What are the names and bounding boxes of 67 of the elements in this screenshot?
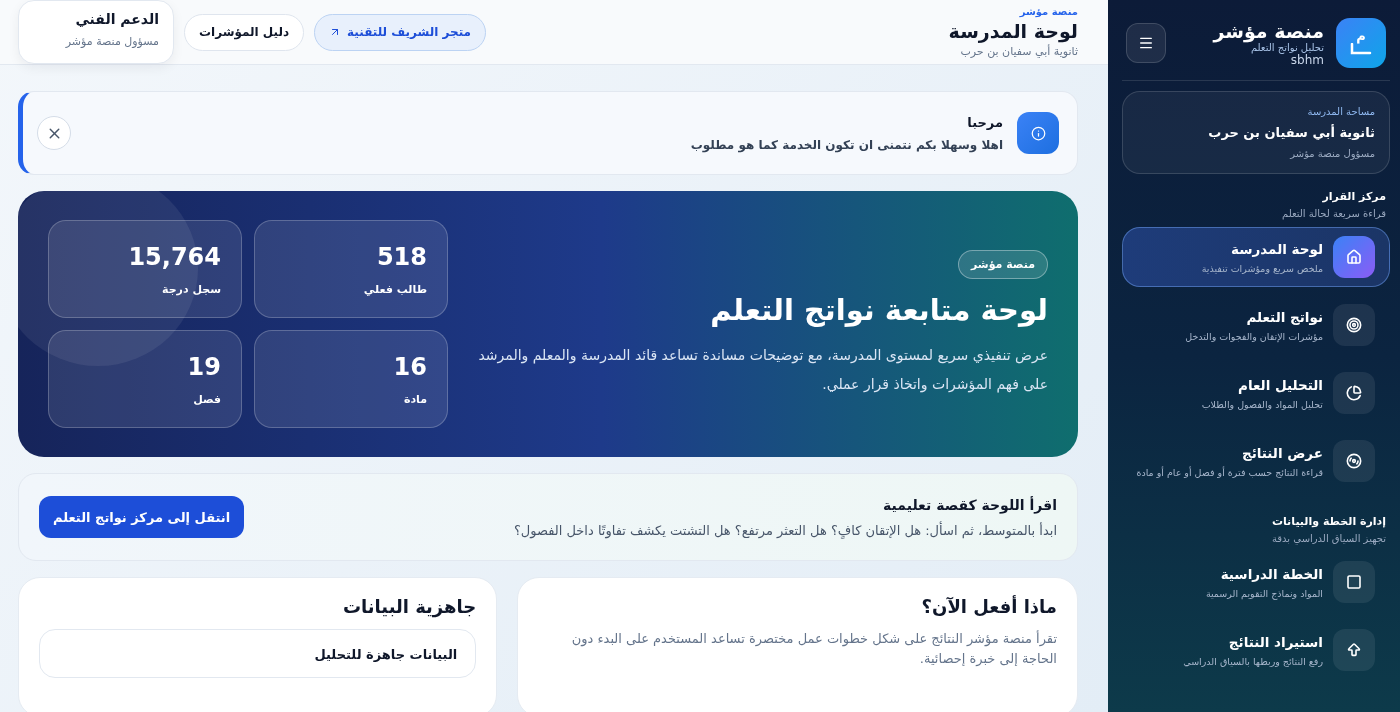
nav-description: المواد ونماذج التقويم الرسمية bbox=[1205, 587, 1323, 599]
nav-item[interactable]: التحليل العام تحليل المواد والفصول والطلاب bbox=[1122, 363, 1390, 423]
section-title: مركز القرار bbox=[1321, 190, 1386, 203]
nav-label: عرض النتائج bbox=[1240, 444, 1323, 461]
hero-description: عرض تنفيذي سريع لمستوى المدرسة، مع توضيحات مساندة تساعد قائد المدرسة والمعلم والمرشد على فهم المؤشرات واتخاذ قرار عملي. bbox=[477, 345, 1048, 395]
stat-value: 15,764 bbox=[128, 242, 221, 271]
card-text: تقرأ منصة مؤشر النتائج على شكل خطوات عمل مختصرة تساعد المستخدم على البدء دون الحاجة إلى خبرة إحصائية. bbox=[570, 629, 1057, 668]
nav-label: الخطة الدراسية bbox=[1219, 565, 1323, 582]
section-subtitle: قراءة سريعة لحالة التعلم bbox=[1281, 208, 1386, 219]
disc-icon bbox=[1346, 453, 1362, 469]
nav-label: لوحة المدرسة bbox=[1230, 240, 1323, 257]
guide-button[interactable]: دليل المؤشرات bbox=[184, 13, 305, 51]
hero-badge: منصة مؤشر bbox=[958, 249, 1048, 279]
stat-label: طالب فعلي bbox=[363, 282, 427, 296]
card-title: ماذا أفعل الآن؟ bbox=[920, 596, 1057, 617]
support-card[interactable]: الدعم الفني مسؤول منصة مؤشر bbox=[18, 0, 174, 64]
nav-item[interactable]: نواتج التعلم مؤشرات الإتقان والفجوات والتدخل bbox=[1122, 295, 1390, 355]
breadcrumb: منصة مؤشر bbox=[1018, 6, 1078, 17]
nav-label: استيراد النتائج bbox=[1227, 633, 1323, 650]
user-name: sbhm bbox=[1290, 52, 1324, 67]
stat-value: 16 bbox=[393, 352, 427, 381]
stat-label: فصل bbox=[193, 392, 221, 406]
page-title: لوحة المدرسة bbox=[948, 20, 1078, 42]
stat-value: 19 bbox=[187, 352, 221, 381]
logo-mark-icon bbox=[1350, 43, 1372, 55]
notice-message: اهلا وسهلا بكم نتمنى ان تكون الخدمة كما هو مطلوب bbox=[689, 137, 1003, 152]
brand-title: منصة مؤشر bbox=[1211, 19, 1324, 42]
stat-value: 518 bbox=[376, 242, 427, 271]
pie-chart-icon bbox=[1346, 385, 1362, 401]
tip-title: اقرأ اللوحة كقصة تعليمية bbox=[882, 496, 1057, 513]
support-title: الدعم الفني bbox=[74, 11, 159, 27]
hero-title: لوحة متابعة نواتج التعلم bbox=[710, 292, 1048, 327]
page-subtitle: ثانوية أبي سفيان بن حرب bbox=[959, 45, 1078, 58]
card-title: جاهزية البيانات bbox=[341, 596, 477, 617]
outcomes-button[interactable]: انتقل إلى مركز نواتج التعلم bbox=[39, 496, 245, 538]
nav-item[interactable]: استيراد النتائج رفع النتائج وربطها بالسياق الدراسي bbox=[1122, 620, 1390, 680]
section-subtitle: تجهيز السياق الدراسي بدقة bbox=[1270, 533, 1386, 544]
nav-description: مؤشرات الإتقان والفجوات والتدخل bbox=[1185, 330, 1323, 342]
home-icon bbox=[1346, 249, 1362, 265]
upload-arrow-icon bbox=[1346, 642, 1362, 658]
tip-text: ابدأ بالمتوسط، ثم اسأل: هل الإتقان كافٍ؟ هل التعثر مرتفع؟ هل التشتت يكشف تفاوتًا داخل الفصول؟ bbox=[513, 522, 1057, 538]
nav-item[interactable]: عرض النتائج قراءة النتائج حسب فترة أو فصل أو عام أو مادة bbox=[1122, 431, 1390, 491]
nav-description: تحليل المواد والفصول والطلاب bbox=[1201, 398, 1323, 410]
nav-item[interactable]: لوحة المدرسة ملخص سريع ومؤشرات تنفيذية bbox=[1122, 227, 1390, 287]
target-icon bbox=[1346, 317, 1362, 333]
nav-item[interactable]: الخطة الدراسية المواد ونماذج التقويم الرسمية bbox=[1122, 552, 1390, 612]
notice-title: مرحبا bbox=[966, 114, 1003, 130]
square-icon bbox=[1346, 574, 1362, 590]
support-subtitle: مسؤول منصة مؤشر bbox=[64, 35, 159, 48]
nav-label: نواتج التعلم bbox=[1245, 308, 1323, 325]
stat-label: مادة bbox=[403, 392, 427, 406]
nav-description: رفع النتائج وربطها بالسياق الدراسي bbox=[1183, 655, 1323, 667]
close-button[interactable] bbox=[37, 116, 71, 150]
nav-label: التحليل العام bbox=[1237, 376, 1323, 393]
workspace-label: مساحة المدرسة bbox=[1306, 106, 1375, 117]
store-link[interactable]: متجر الشريف للتقنية bbox=[314, 13, 486, 51]
stat-label: سجل درجة bbox=[162, 282, 221, 296]
info-icon bbox=[1030, 125, 1046, 141]
status-title: البيانات جاهزة للتحليل bbox=[314, 647, 458, 662]
nav-description: قراءة النتائج حسب فترة أو فصل أو عام أو مادة bbox=[1136, 466, 1323, 478]
menu-button[interactable] bbox=[1126, 23, 1166, 63]
nav-description: ملخص سريع ومؤشرات تنفيذية bbox=[1201, 262, 1323, 274]
user-role: مسؤول منصة مؤشر bbox=[1288, 148, 1375, 159]
menu-icon bbox=[1138, 35, 1154, 51]
section-title: إدارة الخطة والبيانات bbox=[1270, 515, 1386, 528]
school-name: ثانوية أبي سفيان بن حرب bbox=[1207, 125, 1375, 140]
app-logo: م bbox=[1336, 18, 1386, 68]
